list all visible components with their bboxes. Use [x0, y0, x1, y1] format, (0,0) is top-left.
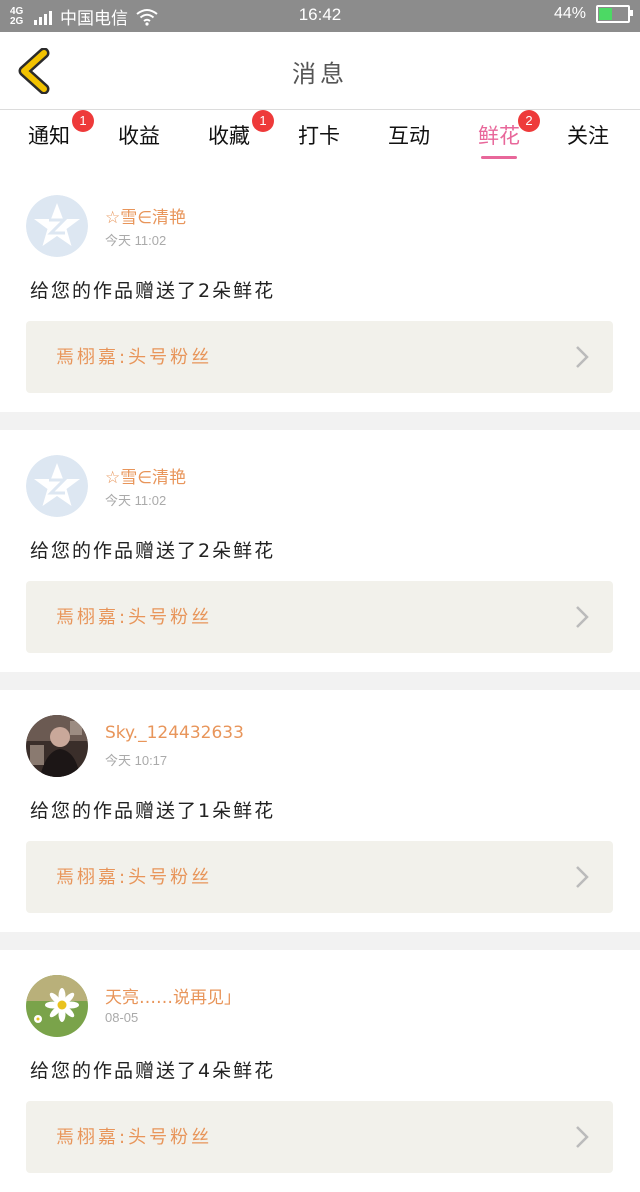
- work-link[interactable]: 焉栩嘉:头号粉丝: [26, 1101, 613, 1173]
- message-text: 给您的作品赠送了4朵鲜花: [30, 1060, 276, 1082]
- message-list: ☆雪∈清艳 今天 11:02 给您的作品赠送了2朵鲜花 焉栩嘉:头号粉丝 ☆雪∈…: [0, 170, 640, 1192]
- avatar[interactable]: [26, 195, 88, 257]
- battery-icon: [596, 5, 633, 23]
- avatar[interactable]: [26, 975, 88, 1037]
- unread-badge: 1: [72, 110, 94, 132]
- list-item: ☆雪∈清艳 今天 11:02 给您的作品赠送了2朵鲜花 焉栩嘉:头号粉丝: [0, 430, 640, 672]
- photo-avatar: [26, 715, 88, 777]
- tab-favorites[interactable]: 收藏 1: [208, 110, 274, 150]
- list-item: Sky._124432633 今天 10:17 给您的作品赠送了1朵鲜花 焉栩嘉…: [0, 690, 640, 932]
- sender-name[interactable]: ☆雪∈清艳: [105, 463, 186, 488]
- unread-badge: 2: [518, 110, 540, 132]
- tab-label: 收益: [118, 124, 160, 148]
- message-text: 给您的作品赠送了2朵鲜花: [30, 280, 276, 302]
- page-title: 消息: [292, 60, 348, 88]
- battery-percent: 44%: [553, 5, 586, 22]
- unread-badge: 1: [252, 110, 274, 132]
- tab-flowers[interactable]: 鲜花 2: [478, 110, 540, 150]
- chevron-right-icon: [576, 866, 589, 888]
- divider: [0, 932, 640, 950]
- work-link[interactable]: 焉栩嘉:头号粉丝: [26, 321, 613, 393]
- timestamp: 08-05: [105, 1010, 139, 1025]
- tab-bar: 通知 1 收益 收藏 1 打卡 互动 鲜花 2 关注: [0, 110, 640, 170]
- tab-checkin[interactable]: 打卡: [298, 120, 340, 150]
- chevron-right-icon: [576, 606, 589, 628]
- tab-label: 鲜花: [478, 124, 520, 148]
- sender-name[interactable]: 天亮……说再见」: [105, 983, 241, 1008]
- tab-interactions[interactable]: 互动: [388, 120, 430, 150]
- tab-label: 互动: [388, 124, 430, 148]
- work-title: 焉栩嘉:头号粉丝: [56, 347, 213, 368]
- tab-notifications[interactable]: 通知 1: [28, 110, 94, 150]
- timestamp: 今天 10:17: [105, 753, 168, 768]
- tab-label: 关注: [567, 124, 609, 148]
- message-text: 给您的作品赠送了2朵鲜花: [30, 540, 276, 562]
- clock: 16:42: [298, 5, 342, 24]
- sender-name[interactable]: Sky._124432633: [105, 723, 244, 743]
- tab-follows[interactable]: 关注: [567, 120, 609, 150]
- tab-earnings[interactable]: 收益: [118, 120, 160, 150]
- avatar[interactable]: [26, 715, 88, 777]
- message-text: 给您的作品赠送了1朵鲜花: [30, 800, 276, 822]
- work-title: 焉栩嘉:头号粉丝: [56, 1127, 213, 1148]
- work-link[interactable]: 焉栩嘉:头号粉丝: [26, 581, 613, 653]
- tab-label: 通知: [28, 124, 70, 148]
- chevron-right-icon: [576, 1126, 589, 1148]
- header: 消息: [0, 32, 640, 110]
- tab-label: 收藏: [208, 124, 250, 148]
- tab-label: 打卡: [298, 124, 340, 148]
- default-avatar-icon: [26, 195, 88, 257]
- work-title: 焉栩嘉:头号粉丝: [56, 867, 213, 888]
- work-link[interactable]: 焉栩嘉:头号粉丝: [26, 841, 613, 913]
- list-item: ☆雪∈清艳 今天 11:02 给您的作品赠送了2朵鲜花 焉栩嘉:头号粉丝: [0, 170, 640, 412]
- default-avatar-icon: [26, 455, 88, 517]
- list-item: 天亮……说再见」 08-05 给您的作品赠送了4朵鲜花 焉栩嘉:头号粉丝: [0, 950, 640, 1192]
- status-bar: 4G 2G 中国电信 16:42 44%: [0, 0, 640, 32]
- active-tab-indicator: [481, 156, 517, 159]
- divider: [0, 412, 640, 430]
- daisy-avatar: [26, 975, 88, 1037]
- timestamp: 今天 11:02: [105, 233, 167, 248]
- divider: [0, 672, 640, 690]
- timestamp: 今天 11:02: [105, 493, 167, 508]
- avatar[interactable]: [26, 455, 88, 517]
- sender-name[interactable]: ☆雪∈清艳: [105, 203, 186, 228]
- work-title: 焉栩嘉:头号粉丝: [56, 607, 213, 628]
- chevron-right-icon: [576, 346, 589, 368]
